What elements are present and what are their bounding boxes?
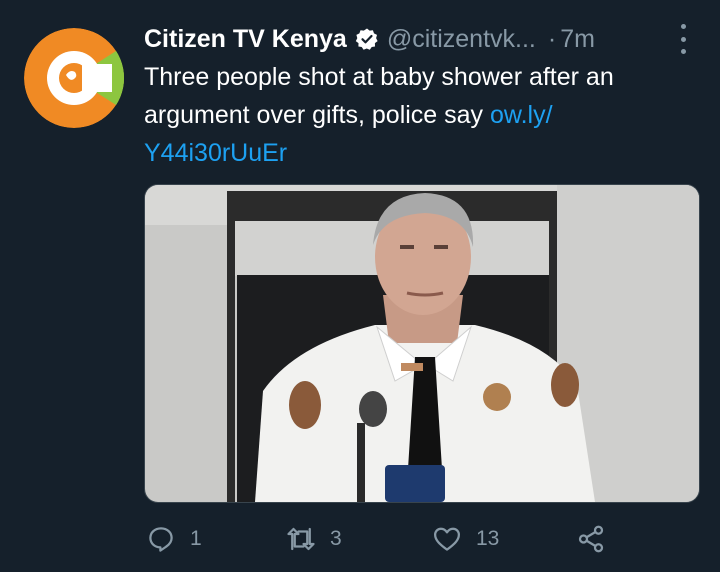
retweet-icon [287,527,315,551]
reply-count: 1 [190,527,202,550]
tweet-action-bar: 1 3 13 [146,524,616,558]
tweet-link-part1: ow.ly/ [490,101,553,129]
share-icon [578,525,604,553]
retweet-button[interactable]: 3 [286,524,342,554]
timestamp[interactable]: 7m [560,25,595,54]
more-options-icon[interactable] [676,24,690,54]
citizen-tv-logo [24,28,124,128]
tweet-header: Citizen TV Kenya @citizentvk... · 7m [144,22,700,56]
display-name[interactable]: Citizen TV Kenya [144,25,347,54]
handle[interactable]: @citizentvk... [387,25,536,54]
verified-badge-icon [355,27,379,51]
tweet-media-image[interactable] [144,184,700,503]
avatar[interactable] [24,28,124,128]
share-button[interactable] [576,524,606,554]
like-button[interactable]: 13 [432,524,499,554]
reply-icon [149,527,173,552]
tweet-text: Three people shot at baby shower after a… [144,58,684,172]
retweet-count: 3 [330,527,342,550]
like-count: 13 [476,527,500,550]
tweet-link-part2: Y44i30rUuEr [144,139,288,167]
police-chief-photo [145,185,699,502]
separator-dot: · [547,24,557,53]
reply-button[interactable]: 1 [146,524,202,554]
like-icon [434,527,460,551]
